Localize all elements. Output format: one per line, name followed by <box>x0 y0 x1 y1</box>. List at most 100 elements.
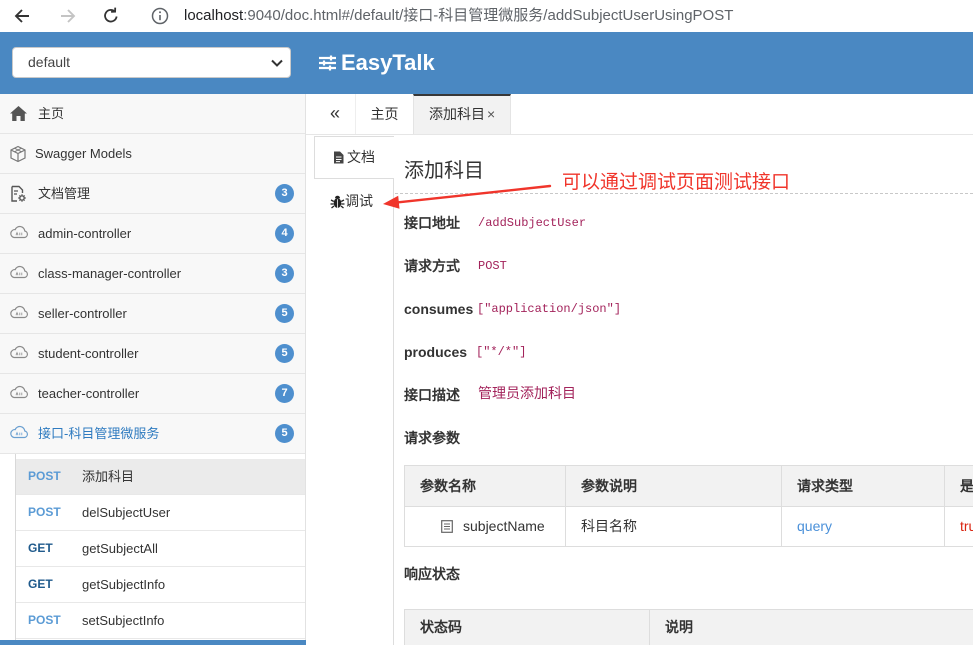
app-header: default EasyTalk <box>0 32 973 94</box>
field-label-produces: produces <box>404 344 468 360</box>
sidebar-item-label: seller-controller <box>38 306 127 321</box>
operation-name: getSubjectInfo <box>82 577 166 592</box>
count-badge: 5 <box>275 304 294 323</box>
field-value-produces: ["*/*"] <box>476 345 527 359</box>
sidebar-item-label: admin-controller <box>38 226 132 241</box>
http-method-badge: GET <box>28 541 53 555</box>
sidebar-item-label: class-manager-controller <box>38 266 182 281</box>
count-badge: 3 <box>275 264 294 283</box>
section-label-response-status: 响应状态 <box>404 566 460 582</box>
file-icon <box>334 151 344 164</box>
url-host: localhost <box>184 7 244 24</box>
reload-button[interactable] <box>99 4 123 28</box>
col-header-param-name: 参数名称 <box>405 466 566 507</box>
http-method-badge: POST <box>28 613 61 627</box>
sidebar-item-label: 主页 <box>38 106 65 121</box>
api-cloud-icon <box>10 385 28 399</box>
address-bar[interactable]: localhost:9040/doc.html#/default/接口-科目管理… <box>184 6 733 26</box>
operation-name: getSubjectAll <box>82 541 158 556</box>
back-button[interactable] <box>10 4 34 28</box>
sidebar-item-label: student-controller <box>38 346 139 361</box>
sidebar-item-doc-management[interactable]: 文档管理 3 <box>0 174 305 214</box>
sidebar-next-group-bar <box>0 640 306 645</box>
sidebar-item-label: teacher-controller <box>38 386 140 401</box>
sidebar-item-swagger-models[interactable]: Swagger Models <box>0 134 305 174</box>
tab-doc-label: 文档 <box>347 149 375 165</box>
operation-item-set-subject-info[interactable]: POST setSubjectInfo <box>16 603 305 639</box>
field-value-method: POST <box>478 259 507 273</box>
count-badge: 5 <box>275 344 294 363</box>
operation-item-get-subject-info[interactable]: GET getSubjectInfo <box>16 567 305 603</box>
sidebar-item-class-manager-controller[interactable]: class-manager-controller 3 <box>0 254 305 294</box>
logo-text: EasyTalk <box>341 50 435 75</box>
tab-home[interactable]: 主页 <box>355 94 413 134</box>
tab-close-button[interactable]: × <box>487 106 495 122</box>
col-header-status-code: 状态码 <box>405 610 650 645</box>
request-params-table: 参数名称 参数说明 请求类型 是 subjectName 科目名称 query … <box>404 465 973 547</box>
group-select-value: default <box>28 54 71 70</box>
col-header-required: 是 <box>945 466 973 507</box>
operation-name: delSubjectUser <box>82 505 171 520</box>
operation-list: POST 添加科目 POST delSubjectUser GET getSub… <box>15 454 305 640</box>
param-in-cell: query <box>782 507 945 547</box>
col-header-status-desc: 说明 <box>650 610 973 645</box>
forward-arrow-icon <box>61 9 76 23</box>
sidebar-item-seller-controller[interactable]: seller-controller 5 <box>0 294 305 334</box>
tab-debug[interactable]: 调试 <box>326 190 386 214</box>
browser-toolbar: localhost:9040/doc.html#/default/接口-科目管理… <box>0 0 973 32</box>
field-label-method: 请求方式 <box>404 258 460 274</box>
field-label-description: 接口描述 <box>404 387 460 403</box>
section-label-request-params: 请求参数 <box>404 430 460 446</box>
field-label-path: 接口地址 <box>404 215 460 231</box>
table-row: subjectName 科目名称 query tru <box>405 507 973 547</box>
response-table-header: 状态码 说明 <box>405 610 973 645</box>
field-value-path: /addSubjectUser <box>478 216 587 230</box>
count-badge: 3 <box>275 184 294 203</box>
sidebar-item-label: Swagger Models <box>35 146 132 161</box>
operation-item-add-subject[interactable]: POST 添加科目 <box>16 459 305 495</box>
doc-settings-icon <box>11 185 26 202</box>
sidebar-item-teacher-controller[interactable]: teacher-controller 7 <box>0 374 305 414</box>
list-icon <box>441 520 453 533</box>
chevron-down-icon <box>271 59 283 67</box>
sidebar-item-student-controller[interactable]: student-controller 5 <box>0 334 305 374</box>
http-method-badge: GET <box>28 577 53 591</box>
annotation-text: 可以通过调试页面测试接口 <box>562 172 791 193</box>
forward-button[interactable] <box>56 4 80 28</box>
tab-add-subject[interactable]: 添加科目 × <box>413 94 511 134</box>
tab-bar: « 主页 添加科目 × <box>306 94 973 135</box>
sidebar-item-admin-controller[interactable]: admin-controller 4 <box>0 214 305 254</box>
tab-doc[interactable]: 文档 <box>314 136 394 179</box>
col-header-param-in: 请求类型 <box>782 466 945 507</box>
api-cloud-icon <box>10 425 28 439</box>
count-badge: 4 <box>275 224 294 243</box>
sliders-menu-icon <box>319 55 336 71</box>
response-status-table: 状态码 说明 <box>404 609 973 645</box>
col-header-param-desc: 参数说明 <box>566 466 782 507</box>
sidebar-item-home[interactable]: 主页 <box>0 94 305 134</box>
tab-label: 添加科目 <box>429 106 485 122</box>
api-cloud-icon <box>10 345 28 359</box>
sidebar: 主页 Swagger Models 文档管理 3 admin-controlle… <box>0 94 306 645</box>
field-label-consumes: consumes <box>404 301 474 317</box>
group-select[interactable]: default <box>12 47 291 78</box>
param-desc-cell: 科目名称 <box>566 507 782 547</box>
info-icon <box>151 7 169 25</box>
operation-item-del-subject-user[interactable]: POST delSubjectUser <box>16 495 305 531</box>
param-required-cell: tru <box>945 507 973 547</box>
vertical-divider <box>393 179 394 645</box>
param-name: subjectName <box>463 518 545 534</box>
sidebar-item-subject-service[interactable]: 接口-科目管理微服务 5 <box>0 414 305 454</box>
collapse-sidebar-button[interactable]: « <box>322 94 348 134</box>
site-info-button[interactable] <box>148 4 172 28</box>
operation-name: 添加科目 <box>82 469 135 484</box>
api-cloud-icon <box>10 225 28 239</box>
operation-name: setSubjectInfo <box>82 613 165 628</box>
tab-label: 主页 <box>370 106 399 122</box>
reload-icon <box>104 7 118 23</box>
field-value-description: 管理员添加科目 <box>478 387 576 403</box>
field-value-consumes: ["application/json"] <box>477 302 622 316</box>
tab-debug-label: 调试 <box>345 193 373 209</box>
operation-item-get-subject-all[interactable]: GET getSubjectAll <box>16 531 305 567</box>
home-icon <box>10 106 27 121</box>
